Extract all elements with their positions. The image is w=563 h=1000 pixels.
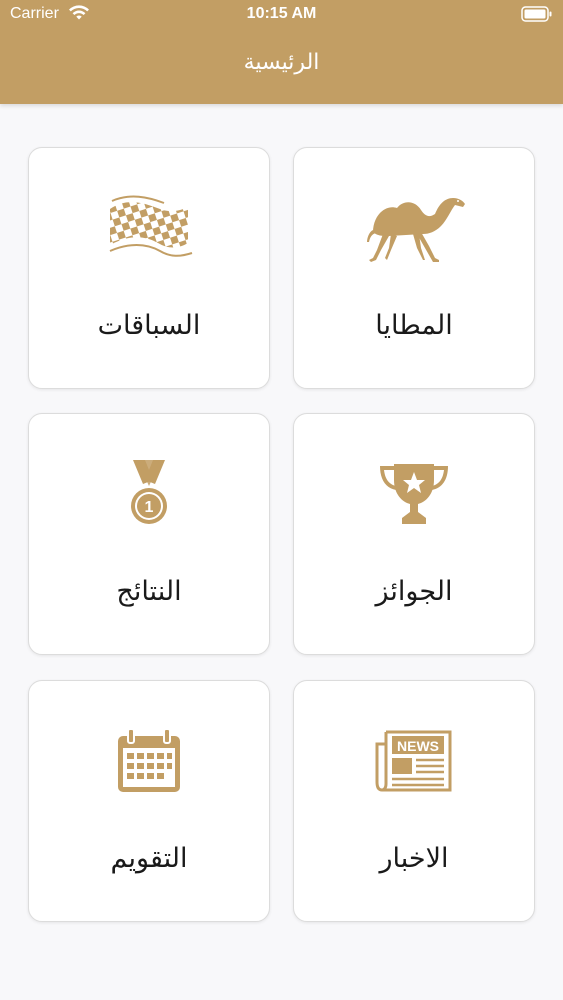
tile-results[interactable]: 1 النتائج	[28, 413, 270, 655]
calendar-icon	[29, 721, 269, 801]
news-text: NEWS	[397, 738, 439, 754]
medal-number: 1	[145, 499, 154, 516]
tile-label: المطايا	[375, 310, 453, 341]
trophy-icon	[294, 454, 534, 534]
tile-calendar[interactable]: التقويم	[28, 680, 270, 922]
tile-races[interactable]: السباقات	[28, 147, 270, 389]
menu-grid: المطايا السباقات الجوائز 1 النتائج NEWS …	[0, 0, 563, 1000]
camel-icon	[294, 188, 534, 268]
tile-label: السباقات	[97, 310, 201, 341]
checkered-flag-icon	[29, 188, 269, 268]
tile-prizes[interactable]: الجوائز	[293, 413, 535, 655]
medal-icon: 1	[29, 454, 269, 534]
tile-label: الاخبار	[379, 843, 449, 874]
tile-label: النتائج	[116, 576, 182, 607]
tile-label: الجوائز	[375, 576, 453, 607]
tile-label: التقويم	[110, 843, 188, 874]
tile-news[interactable]: NEWS الاخبار	[293, 680, 535, 922]
newspaper-icon: NEWS	[294, 721, 534, 801]
tile-camels[interactable]: المطايا	[293, 147, 535, 389]
